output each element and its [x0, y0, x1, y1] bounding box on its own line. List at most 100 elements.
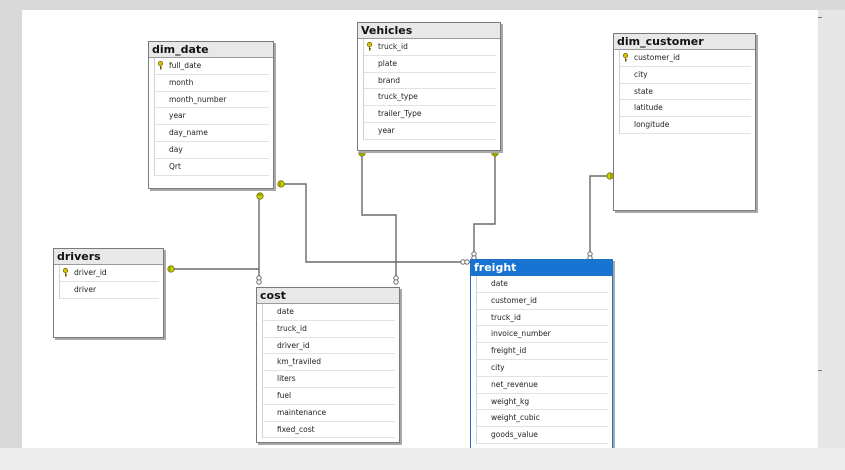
column-list: date truck_id driver_id km_traviled liters fu…: [262, 304, 395, 439]
table-freight[interactable]: freight date customer_id truck_id invoice_n…: [470, 259, 613, 448]
primary-key-icon: [366, 42, 373, 51]
column-row[interactable]: weight_cubic: [477, 410, 608, 428]
column-row[interactable]: goods_value: [477, 427, 608, 444]
column-row[interactable]: fixed_cost: [263, 422, 395, 439]
vertical-scrollbar-area[interactable]: [818, 10, 845, 448]
column-name: month_number: [169, 94, 227, 104]
column-name: weight_kg: [491, 396, 530, 406]
column-row[interactable]: brand: [364, 73, 496, 90]
column-name: net_revenue: [491, 379, 538, 389]
table-title[interactable]: cost: [257, 288, 399, 304]
primary-key-icon: [157, 61, 164, 70]
column-row[interactable]: month: [155, 75, 269, 92]
column-row[interactable]: customer_id: [477, 293, 608, 310]
column-name: driver_id: [74, 268, 107, 277]
primary-key-icon: [622, 53, 629, 62]
column-name: driver_id: [277, 340, 310, 350]
column-row[interactable]: liters: [263, 371, 395, 388]
column-name: month: [169, 77, 194, 87]
many-endpoint-cost-vehicle-2: [393, 279, 399, 285]
column-row[interactable]: weight_kg: [477, 394, 608, 411]
table-title[interactable]: dim_customer: [614, 34, 755, 50]
column-row[interactable]: km_traviled: [263, 354, 395, 372]
column-name: Qrt: [169, 161, 181, 171]
horizontal-scrollbar-area[interactable]: [0, 448, 845, 470]
column-name: year: [378, 125, 395, 135]
column-name: date: [277, 307, 294, 316]
column-list: customer_idcity state latitude longitude: [619, 50, 751, 134]
column-row[interactable]: date: [263, 304, 395, 321]
column-row[interactable]: latitude: [620, 100, 751, 118]
column-row[interactable]: truck_id: [263, 321, 395, 338]
column-name: full_date: [169, 61, 202, 70]
column-list: driver_iddriver: [59, 265, 159, 299]
table-title[interactable]: drivers: [54, 249, 163, 265]
column-row[interactable]: driver: [60, 282, 159, 299]
column-name: city: [634, 69, 648, 79]
column-row[interactable]: day_name: [155, 125, 269, 142]
column-row[interactable]: trailer_Type: [364, 106, 496, 123]
column-name: latitude: [634, 103, 663, 113]
column-name: fixed_cost: [277, 424, 315, 434]
key-endpoint-dim-date-bottom: [256, 192, 264, 200]
column-name: truck_id: [491, 312, 521, 322]
column-name: freight_id: [491, 346, 527, 356]
table-vehicles[interactable]: Vehicles truck_idplate brand truck_typetra…: [357, 22, 501, 151]
table-title[interactable]: Vehicles: [358, 23, 500, 39]
column-name: fuel: [277, 390, 292, 400]
column-name: customer_id: [634, 53, 680, 62]
column-name: year: [169, 111, 186, 121]
link-freight-dim-date[interactable]: [278, 183, 470, 263]
table-dim-customer[interactable]: dim_customer customer_idcity state latitud…: [613, 33, 756, 211]
column-row[interactable]: full_date: [155, 58, 269, 75]
scroll-tick-bottom: [818, 370, 822, 371]
column-name: trailer_Type: [378, 109, 422, 119]
column-row[interactable]: truck_type: [364, 89, 496, 107]
many-endpoint-cost-driver: [256, 279, 262, 285]
column-row[interactable]: city: [477, 360, 608, 377]
column-row[interactable]: month_number: [155, 92, 269, 109]
column-row[interactable]: truck_id: [364, 39, 496, 56]
column-name: longitude: [634, 120, 670, 130]
table-cost[interactable]: cost date truck_id driver_id km_traviled lit…: [256, 287, 400, 443]
link-cost-vehicles[interactable]: [361, 154, 397, 280]
diagram-canvas[interactable]: dim_date full_datemonth month_numberyear d…: [22, 10, 818, 448]
table-title[interactable]: freight: [471, 260, 612, 276]
column-list: truck_idplate brand truck_type trailer_Type…: [363, 39, 496, 140]
column-row[interactable]: net_revenue: [477, 377, 608, 394]
column-name: state: [634, 86, 653, 96]
link-cost-dim-date[interactable]: [258, 195, 261, 280]
table-title[interactable]: dim_date: [149, 42, 273, 58]
column-row[interactable]: maintenance: [263, 405, 395, 422]
column-row[interactable]: truck_id: [477, 310, 608, 327]
column-row[interactable]: day: [155, 142, 269, 159]
table-drivers[interactable]: drivers driver_iddriver: [53, 248, 164, 338]
column-row[interactable]: freight_id: [477, 343, 608, 360]
column-name: customer_id: [491, 295, 537, 305]
column-row[interactable]: state: [620, 84, 751, 101]
column-row[interactable]: year: [155, 108, 269, 126]
table-dim-date[interactable]: dim_date full_datemonth month_numberyear d…: [148, 41, 274, 189]
column-list: date customer_id truck_id invoice_numberfre…: [476, 276, 608, 444]
column-row[interactable]: date: [477, 276, 608, 293]
column-name: goods_value: [491, 430, 538, 440]
column-row[interactable]: driver_id: [263, 338, 395, 355]
column-name: plate: [378, 58, 397, 68]
column-row[interactable]: driver_id: [60, 265, 159, 282]
column-row[interactable]: city: [620, 67, 751, 84]
column-row[interactable]: longitude: [620, 117, 751, 134]
link-freight-dim-customer[interactable]: [589, 175, 612, 258]
column-name: truck_type: [378, 92, 418, 102]
column-name: day: [169, 144, 183, 154]
column-row[interactable]: year: [364, 123, 496, 140]
column-row[interactable]: customer_id: [620, 50, 751, 67]
link-freight-vehicles[interactable]: [473, 154, 496, 258]
column-row[interactable]: invoice_number: [477, 326, 608, 344]
column-name: truck_id: [277, 323, 307, 333]
column-name: maintenance: [277, 407, 327, 417]
many-endpoint-freight-date-2: [464, 259, 470, 265]
column-row[interactable]: fuel: [263, 388, 395, 405]
column-row[interactable]: plate: [364, 56, 496, 73]
column-name: invoice_number: [491, 329, 551, 339]
column-row[interactable]: Qrt: [155, 159, 269, 176]
